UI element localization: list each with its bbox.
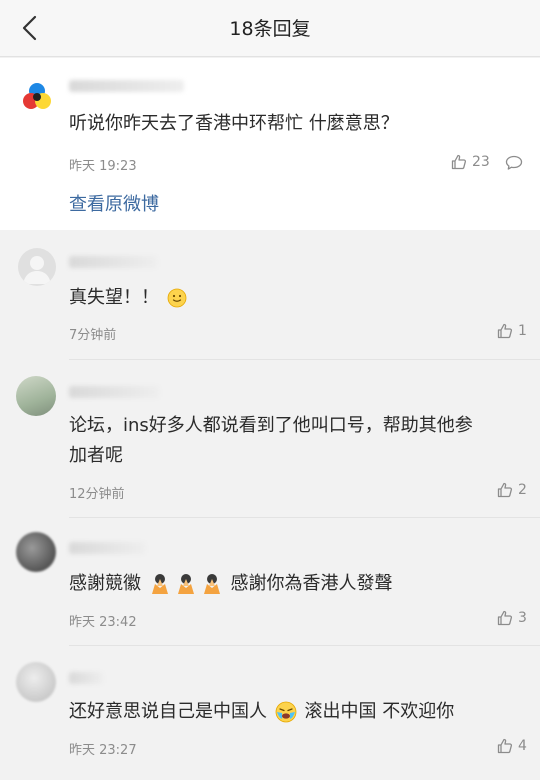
like-count: 3 — [518, 610, 527, 626]
speech-bubble-icon — [505, 155, 523, 170]
avatar[interactable] — [16, 532, 56, 572]
username-blurred[interactable] — [69, 256, 157, 268]
thumbs-up-icon — [451, 154, 467, 170]
slight-smile-emoji-icon — [167, 288, 187, 308]
username-blurred[interactable] — [69, 80, 184, 92]
username-blurred[interactable] — [69, 542, 145, 554]
default-avatar-icon — [23, 256, 51, 284]
reply-text-part-1: 感謝競徽 — [69, 573, 141, 594]
username-blurred[interactable] — [69, 672, 103, 684]
view-original-post-link[interactable]: 查看原微博 — [69, 190, 159, 216]
username-blurred[interactable] — [69, 386, 159, 398]
reply-item: 真失望！！ 7分钟前 1 — [0, 232, 540, 360]
reply-time: 7分钟前 — [69, 328, 117, 343]
like-button[interactable]: 23 — [451, 154, 490, 170]
praying-hands-emoji-icon — [203, 574, 220, 594]
reply-text-part-2: 滚出中国 不欢迎你 — [304, 701, 455, 722]
comment-time: 昨天 19:23 — [69, 159, 137, 174]
like-count: 4 — [518, 738, 527, 754]
thumbs-up-icon — [497, 738, 513, 754]
thumbs-up-icon — [497, 323, 513, 339]
reply-text-content: 真失望！！ — [69, 287, 159, 308]
thumbs-up-icon — [497, 482, 513, 498]
avatar[interactable] — [16, 376, 56, 416]
page-title: 18条回复 — [229, 18, 311, 40]
reply-time: 12分钟前 — [69, 487, 125, 502]
reply-item: 感謝競徽 感謝你為香港人發聲 昨天 23:42 3 — [0, 518, 540, 646]
avatar[interactable] — [18, 248, 56, 286]
like-button[interactable]: 2 — [497, 482, 527, 498]
reply-text: 还好意思说自己是中国人 滚出中国 不欢迎你 — [69, 696, 454, 728]
reply-item: 论坛，ins好多人都说看到了他叫口号，帮助其他参 加者呢 12分钟前 2 — [0, 360, 540, 518]
like-count: 23 — [472, 154, 490, 170]
reply-text-part-2: 感謝你為香港人發聲 — [230, 573, 393, 594]
like-button[interactable]: 4 — [497, 738, 527, 754]
top-bar: 18条回复 — [0, 0, 540, 57]
reply-item: 还好意思说自己是中国人 滚出中国 不欢迎你 昨天 23:27 4 — [0, 646, 540, 780]
praying-hands-emoji-icon — [177, 574, 194, 594]
like-button[interactable]: 3 — [497, 610, 527, 626]
reply-text-part-1: 还好意思说自己是中国人 — [69, 701, 267, 722]
reply-text: 感謝競徽 感謝你為香港人發聲 — [69, 568, 392, 600]
like-count: 2 — [518, 482, 527, 498]
comment-text: 听说你昨天去了香港中环帮忙 什麼意思？ — [69, 113, 399, 134]
avatar[interactable] — [20, 80, 54, 114]
avatar-logo-icon — [20, 80, 54, 114]
reply-text: 真失望！！ — [69, 282, 189, 314]
avatar[interactable] — [16, 662, 56, 702]
thumbs-up-icon — [497, 610, 513, 626]
like-button[interactable]: 1 — [497, 323, 527, 339]
main-comment: 听说你昨天去了香港中环帮忙 什麼意思？ 昨天 19:23 23 查看原微博 — [0, 58, 540, 230]
praying-hands-emoji-icon — [151, 574, 168, 594]
reply-text-line-1: 论坛，ins好多人都说看到了他叫口号，帮助其他参 — [69, 415, 473, 436]
crying-face-emoji-icon — [275, 701, 297, 723]
reply-button[interactable] — [505, 155, 523, 175]
like-count: 1 — [518, 323, 527, 339]
reply-time: 昨天 23:27 — [69, 743, 137, 758]
reply-time: 昨天 23:42 — [69, 615, 137, 630]
reply-text-line-2: 加者呢 — [69, 445, 123, 466]
